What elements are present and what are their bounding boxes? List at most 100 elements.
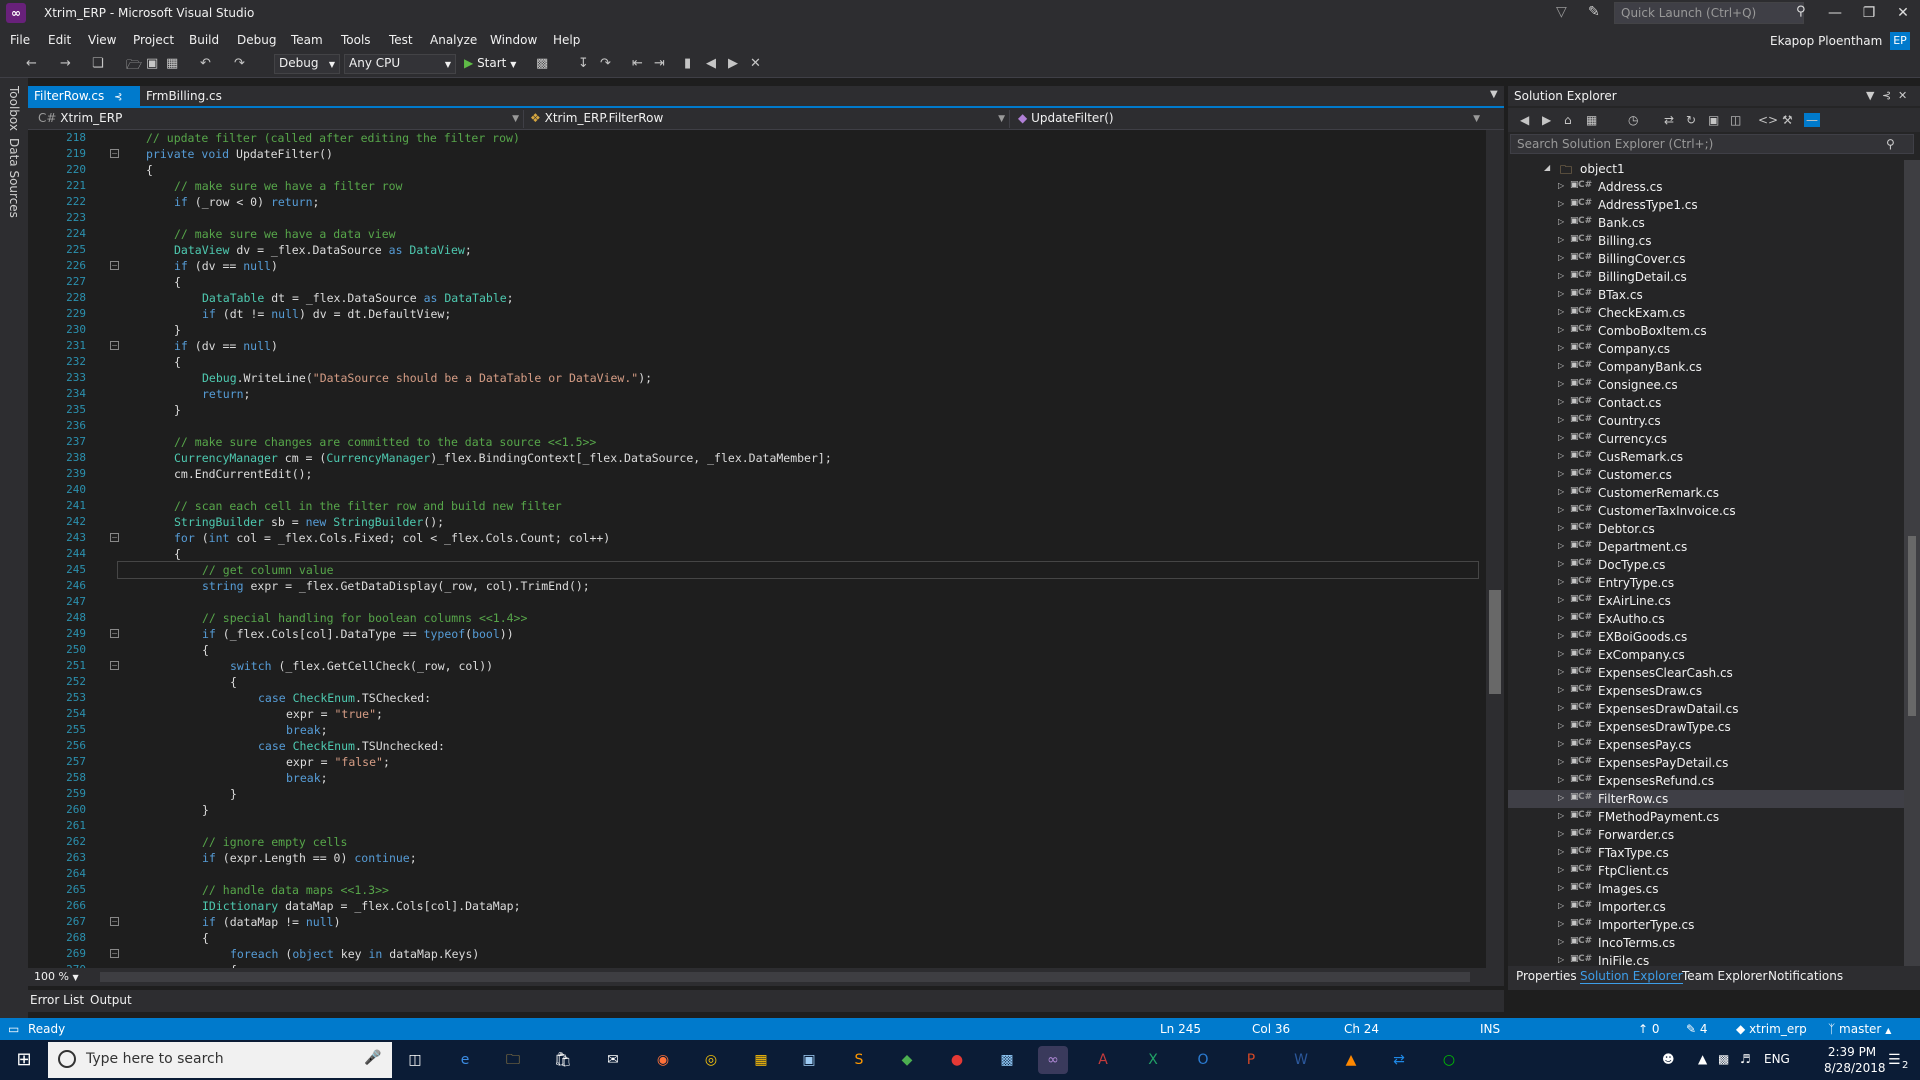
pin-icon[interactable]: ⊰ [114, 92, 122, 103]
tab-notifications[interactable]: Notifications [1768, 969, 1843, 983]
windows-start-icon[interactable]: ⊞ [0, 1040, 48, 1080]
tree-collapsed-icon[interactable]: ▷ [1558, 595, 1564, 604]
restore-button[interactable]: ❐ [1852, 2, 1886, 24]
code-line[interactable]: } [118, 402, 1478, 418]
code-line[interactable]: CurrencyManager cm = (CurrencyManager)_f… [118, 450, 1478, 466]
step-over-icon[interactable]: ↷ [600, 56, 611, 71]
back-icon[interactable]: ◀ [1520, 113, 1529, 127]
app-icon-red[interactable]: ● [942, 1046, 972, 1074]
code-line[interactable]: string expr = _flex.GetDataDisplay(_row,… [118, 578, 1478, 594]
tree-collapsed-icon[interactable]: ▷ [1558, 649, 1564, 658]
feedback-icon[interactable]: ✎ [1588, 4, 1600, 20]
tree-file-item[interactable]: ▷ ▣ C# Address.cs [1508, 178, 1904, 196]
code-line[interactable] [118, 210, 1478, 226]
sublime-text-icon[interactable]: S [844, 1046, 874, 1074]
tab-frmbilling[interactable]: FrmBilling.cs [144, 86, 224, 106]
class-navigation-dropdown[interactable]: ❖ Xtrim_ERP.FilterRow ▼ [526, 110, 1010, 128]
app-icon-green[interactable]: ◆ [892, 1046, 922, 1074]
tree-collapsed-icon[interactable]: ▷ [1558, 199, 1564, 208]
code-line[interactable]: { [118, 674, 1478, 690]
current-code-line[interactable]: // get column value [117, 561, 1479, 579]
tree-file-item[interactable]: ▷ ▣ C# ExpensesPay.cs [1508, 736, 1904, 754]
code-line[interactable]: foreach (object key in dataMap.Keys) [118, 946, 1478, 962]
tree-file-item[interactable]: ▷ ▣ C# ExAutho.cs [1508, 610, 1904, 628]
tab-output[interactable]: Output [90, 993, 132, 1007]
menu-help[interactable]: Help [553, 33, 580, 47]
search-icon[interactable]: ⚲ [1886, 137, 1895, 151]
tree-file-item[interactable]: ▷ ▣ C# Forwarder.cs [1508, 826, 1904, 844]
zoom-level-select[interactable]: 100 % ▼ [34, 970, 79, 983]
solution-explorer-search-input[interactable]: Search Solution Explorer (Ctrl+;) [1510, 134, 1914, 154]
tree-collapsed-icon[interactable]: ▷ [1558, 379, 1564, 388]
task-view-icon[interactable]: ◫ [400, 1046, 430, 1074]
solution-platform-select[interactable]: Any CPU ▼ [344, 54, 456, 74]
tree-collapsed-icon[interactable]: ▷ [1558, 217, 1564, 226]
properties-wrench-icon[interactable]: ⚒ [1782, 113, 1793, 127]
tree-file-item[interactable]: ▷ ▣ C# ExpensesDrawDatail.cs [1508, 700, 1904, 718]
tree-collapsed-icon[interactable]: ▷ [1558, 667, 1564, 676]
firefox-icon[interactable]: ◉ [648, 1046, 678, 1074]
tree-file-item[interactable]: ▷ ▣ C# CustomerTaxInvoice.cs [1508, 502, 1904, 520]
branch-indicator[interactable]: ᛉ master ▲ [1828, 1022, 1891, 1036]
excel-icon[interactable]: X [1138, 1046, 1168, 1074]
tree-collapsed-icon[interactable]: ▷ [1558, 631, 1564, 640]
code-line[interactable]: if (dataMap != null) [118, 914, 1478, 930]
tree-file-item[interactable]: ▷ ▣ C# Company.cs [1508, 340, 1904, 358]
code-line[interactable]: DataView dv = _flex.DataSource as DataVi… [118, 242, 1478, 258]
forward-icon[interactable]: ▶ [1542, 113, 1551, 127]
code-line[interactable]: // ignore empty cells [118, 834, 1478, 850]
tree-collapsed-icon[interactable]: ▷ [1558, 487, 1564, 496]
network-icon[interactable]: ▩ [1718, 1052, 1729, 1066]
tree-file-item[interactable]: ▷ ▣ C# Images.cs [1508, 880, 1904, 898]
code-line[interactable]: // make sure we have a filter row [118, 178, 1478, 194]
outlook-icon[interactable]: O [1188, 1046, 1218, 1074]
tree-collapsed-icon[interactable]: ▷ [1558, 955, 1564, 964]
code-line[interactable]: if (dt != null) dv = dt.DefaultView; [118, 306, 1478, 322]
line-messenger-icon[interactable]: ○ [1434, 1046, 1464, 1074]
tree-file-item[interactable]: ▷ ▣ C# ExCompany.cs [1508, 646, 1904, 664]
tree-file-item[interactable]: ▷ ▣ C# ExpensesRefund.cs [1508, 772, 1904, 790]
code-line[interactable] [118, 594, 1478, 610]
search-icon[interactable]: ⚲ [1796, 4, 1806, 19]
people-icon[interactable]: ☻ [1662, 1052, 1675, 1066]
redo-icon[interactable]: ↷ [234, 56, 245, 71]
menu-team[interactable]: Team [291, 33, 323, 47]
tree-file-item[interactable]: ▷ ▣ C# Currency.cs [1508, 430, 1904, 448]
tree-collapsed-icon[interactable]: ▷ [1558, 739, 1564, 748]
teamviewer-icon[interactable]: ⇄ [1384, 1046, 1414, 1074]
tree-file-item[interactable]: ▷ ▣ C# ExAirLine.cs [1508, 592, 1904, 610]
code-line[interactable]: { [118, 162, 1478, 178]
tree-file-item[interactable]: ▷ ▣ C# FilterRow.cs [1508, 790, 1904, 808]
tree-collapsed-icon[interactable]: ▷ [1558, 829, 1564, 838]
tab-properties[interactable]: Properties [1516, 969, 1577, 983]
code-line[interactable]: { [118, 354, 1478, 370]
navigate-back-icon[interactable]: ← [26, 56, 37, 71]
chrome-icon[interactable]: ◎ [696, 1046, 726, 1074]
tree-file-item[interactable]: ▷ ▣ C# Debtor.cs [1508, 520, 1904, 538]
edge-browser-icon[interactable]: e [450, 1046, 480, 1074]
code-line[interactable]: expr = "true"; [118, 706, 1478, 722]
tree-collapsed-icon[interactable]: ▷ [1558, 361, 1564, 370]
tree-collapsed-icon[interactable]: ▷ [1558, 397, 1564, 406]
tree-file-item[interactable]: ▷ ▣ C# CusRemark.cs [1508, 448, 1904, 466]
tree-collapsed-icon[interactable]: ▷ [1558, 433, 1564, 442]
tree-collapsed-icon[interactable]: ▷ [1558, 883, 1564, 892]
tab-solution-explorer[interactable]: Solution Explorer [1580, 969, 1683, 984]
tree-collapsed-icon[interactable]: ▷ [1558, 307, 1564, 316]
menu-view[interactable]: View [88, 33, 116, 47]
visual-studio-taskbar-icon[interactable]: ∞ [1038, 1046, 1068, 1074]
pending-changes-filter-icon[interactable]: ◷ [1628, 113, 1638, 127]
file-manager-icon[interactable]: ▦ [746, 1046, 776, 1074]
powerpoint-icon[interactable]: P [1236, 1046, 1266, 1074]
word-icon[interactable]: W [1286, 1046, 1316, 1074]
home-icon[interactable]: ⌂ [1564, 113, 1572, 127]
code-line[interactable]: } [118, 802, 1478, 818]
code-line[interactable]: if (_flex.Cols[col].DataType == typeof(b… [118, 626, 1478, 642]
tree-file-item[interactable]: ▷ ▣ C# EntryType.cs [1508, 574, 1904, 592]
menu-window[interactable]: Window [490, 33, 537, 47]
tree-collapsed-icon[interactable]: ▷ [1558, 271, 1564, 280]
code-line[interactable]: cm.EndCurrentEdit(); [118, 466, 1478, 482]
tree-file-item[interactable]: ▷ ▣ C# ExpensesClearCash.cs [1508, 664, 1904, 682]
code-line[interactable]: case CheckEnum.TSUnchecked: [118, 738, 1478, 754]
tree-collapsed-icon[interactable]: ▷ [1558, 253, 1564, 262]
